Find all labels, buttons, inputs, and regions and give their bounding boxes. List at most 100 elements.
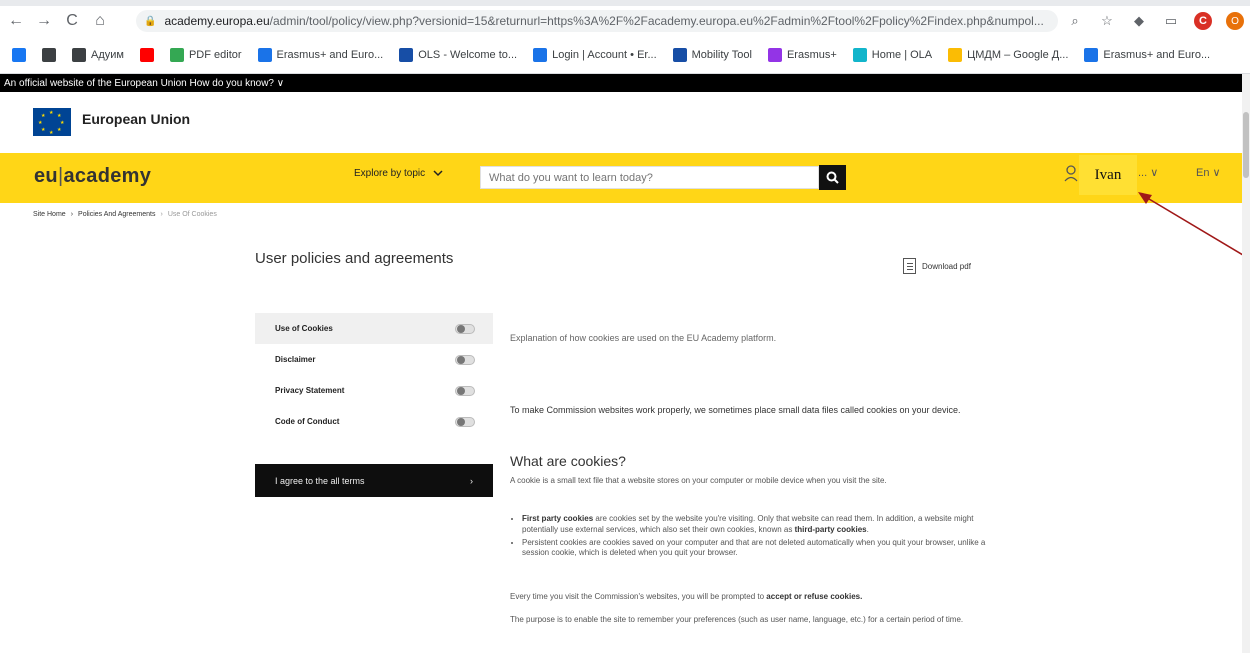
back-icon[interactable]: ←: [4, 9, 28, 33]
breadcrumb-home[interactable]: Site Home: [33, 211, 66, 218]
bookmark-favicon-icon: [767, 47, 782, 62]
logo-academy: academy: [63, 165, 152, 187]
policy-summary: Explanation of how cookies are used on t…: [510, 333, 777, 343]
reload-icon[interactable]: C: [60, 9, 84, 33]
eu-name: European Union: [82, 111, 191, 127]
scrollbar-thumb[interactable]: [1243, 112, 1249, 178]
breadcrumb-section[interactable]: Policies And Agreements: [78, 211, 155, 218]
purpose-paragraph: The purpose is to enable the site to rem…: [510, 615, 964, 624]
bookmark-label: OLS - Welcome to...: [418, 48, 518, 61]
logo-eu: eu: [34, 165, 58, 187]
home-icon[interactable]: ⌂: [88, 9, 112, 33]
breadcrumb: Site Home › Policies And Agreements › Us…: [33, 211, 217, 218]
bookmark-item[interactable]: Erasmus+ and Euro...: [257, 47, 384, 62]
bookmark-item[interactable]: Login | Account • Er...: [533, 47, 657, 62]
bookmark-favicon-icon: [672, 47, 687, 62]
search-input[interactable]: [480, 166, 819, 189]
bookmark-favicon-icon: [42, 47, 56, 62]
forward-icon[interactable]: →: [32, 9, 56, 33]
breadcrumb-separator: ›: [160, 211, 163, 218]
explore-by-topic-menu[interactable]: Explore by topic: [354, 168, 443, 179]
page-title: User policies and agreements: [255, 250, 454, 267]
address-bar[interactable]: 🔒 academy.europa.eu/admin/tool/policy/vi…: [136, 10, 1058, 32]
bookmark-label: Erasmus+ and Euro...: [276, 48, 384, 61]
star-icon[interactable]: ☆: [1098, 12, 1116, 30]
policy-item-use-of-cookies[interactable]: Use of Cookies: [255, 313, 493, 344]
bookmark-label: ЦМДМ – Google Д...: [967, 48, 1069, 61]
list-item: First party cookies are cookies set by t…: [522, 514, 995, 536]
bookmark-label: Mobility Tool: [691, 48, 752, 61]
policy-toggle[interactable]: [455, 416, 475, 427]
bookmark-item[interactable]: [42, 47, 56, 62]
cookies-intro: To make Commission websites work properl…: [510, 405, 961, 415]
policy-item-code-of-conduct[interactable]: Code of Conduct: [255, 406, 493, 437]
bookmark-favicon-icon: [852, 47, 867, 62]
annotation-arrow: [1138, 192, 1249, 259]
explore-label: Explore by topic: [354, 168, 426, 179]
bookmark-label: PDF editor: [188, 48, 242, 61]
policy-label: Use of Cookies: [275, 324, 333, 333]
bookmark-item[interactable]: Erasmus+ and Euro...: [1084, 47, 1211, 62]
breadcrumb-current: Use Of Cookies: [167, 211, 217, 218]
cast-icon[interactable]: ▭: [1162, 12, 1180, 30]
bold-term: accept or refuse cookies.: [766, 592, 863, 601]
bold-term: First party cookies: [522, 514, 594, 523]
policy-label: Code of Conduct: [275, 417, 340, 426]
zoom-icon[interactable]: ⌕: [1066, 12, 1084, 30]
bookmark-favicon-icon: [399, 47, 414, 62]
breadcrumb-separator: ›: [70, 211, 74, 218]
chevron-right-icon: ›: [470, 475, 473, 486]
download-pdf-link[interactable]: Download pdf: [903, 258, 971, 274]
browser-toolbar: ← → C ⌂ 🔒 academy.europa.eu/admin/tool/p…: [0, 6, 1250, 36]
search-button[interactable]: [819, 165, 846, 190]
download-pdf-label: Download pdf: [922, 261, 971, 271]
bookmark-favicon-icon: [1084, 47, 1099, 62]
user-name[interactable]: Ivan: [1079, 155, 1137, 195]
section-heading: What are cookies?: [510, 453, 626, 469]
bookmark-item[interactable]: PDF editor: [169, 47, 242, 62]
bookmarks-bar: Адуим PDF editor Erasmus+ and Euro... OLS -…: [0, 36, 1250, 74]
chevron-down-icon: [433, 170, 443, 177]
bookmark-label: Erasmus+: [786, 48, 837, 61]
bookmark-item[interactable]: Mobility Tool: [672, 47, 752, 62]
user-menu-toggle[interactable]: ... ∨: [1138, 166, 1158, 179]
policy-label: Privacy Statement: [275, 386, 345, 395]
agree-all-terms-button[interactable]: I agree to the all terms ›: [255, 464, 493, 497]
lock-icon: 🔒: [144, 15, 157, 27]
paragraph-text: Every time you visit the Commission's we…: [510, 592, 767, 601]
policy-item-disclaimer[interactable]: Disclaimer: [255, 344, 493, 375]
bookmark-label: Erasmus+ and Euro...: [1103, 48, 1211, 61]
bookmark-favicon-icon: [72, 47, 86, 62]
bookmark-item[interactable]: [12, 47, 26, 62]
bookmark-item[interactable]: [139, 47, 154, 62]
eu-academy-logo[interactable]: eu|academy: [34, 165, 151, 188]
url-path: /admin/tool/policy/view.php?versionid=15…: [269, 14, 1044, 28]
bookmark-item[interactable]: OLS - Welcome to...: [399, 47, 518, 62]
policy-toggle[interactable]: [455, 354, 475, 365]
agree-label: I agree to the all terms: [275, 475, 365, 486]
bookmark-favicon-icon: [948, 47, 963, 62]
list-item: Persistent cookies are cookies saved on …: [522, 538, 995, 560]
policy-toggle[interactable]: [455, 385, 475, 396]
bookmark-item[interactable]: Адуим: [72, 47, 124, 62]
url-domain: academy.europa.eu: [164, 14, 270, 28]
profile-icon[interactable]: C: [1194, 12, 1212, 30]
policy-toggle[interactable]: [455, 323, 475, 334]
bookmark-item[interactable]: ЦМДМ – Google Д...: [948, 47, 1069, 62]
bookmark-label: Login | Account • Er...: [552, 48, 657, 61]
bookmark-favicon-icon: [12, 47, 26, 62]
bookmark-label: Home | OLA: [871, 48, 933, 61]
bookmark-item[interactable]: Home | OLA: [852, 47, 933, 62]
opera-icon[interactable]: O: [1226, 12, 1244, 30]
bookmark-item[interactable]: Erasmus+: [767, 47, 837, 62]
policy-item-privacy-statement[interactable]: Privacy Statement: [255, 375, 493, 406]
document-icon: [903, 258, 916, 274]
policy-label: Disclaimer: [275, 355, 316, 364]
language-selector[interactable]: En ∨: [1196, 166, 1221, 179]
eu-official-bar[interactable]: An official website of the European Unio…: [0, 74, 1250, 92]
eu-flag-logo[interactable]: ★ ★ ★ ★ ★ ★ ★ ★: [33, 108, 71, 136]
extension-icon[interactable]: ◆: [1130, 12, 1148, 30]
user-icon[interactable]: [1064, 164, 1078, 186]
cookie-types-list: First party cookies are cookies set by t…: [510, 514, 995, 561]
policy-list: Use of Cookies Disclaimer Privacy Statem…: [255, 313, 493, 437]
